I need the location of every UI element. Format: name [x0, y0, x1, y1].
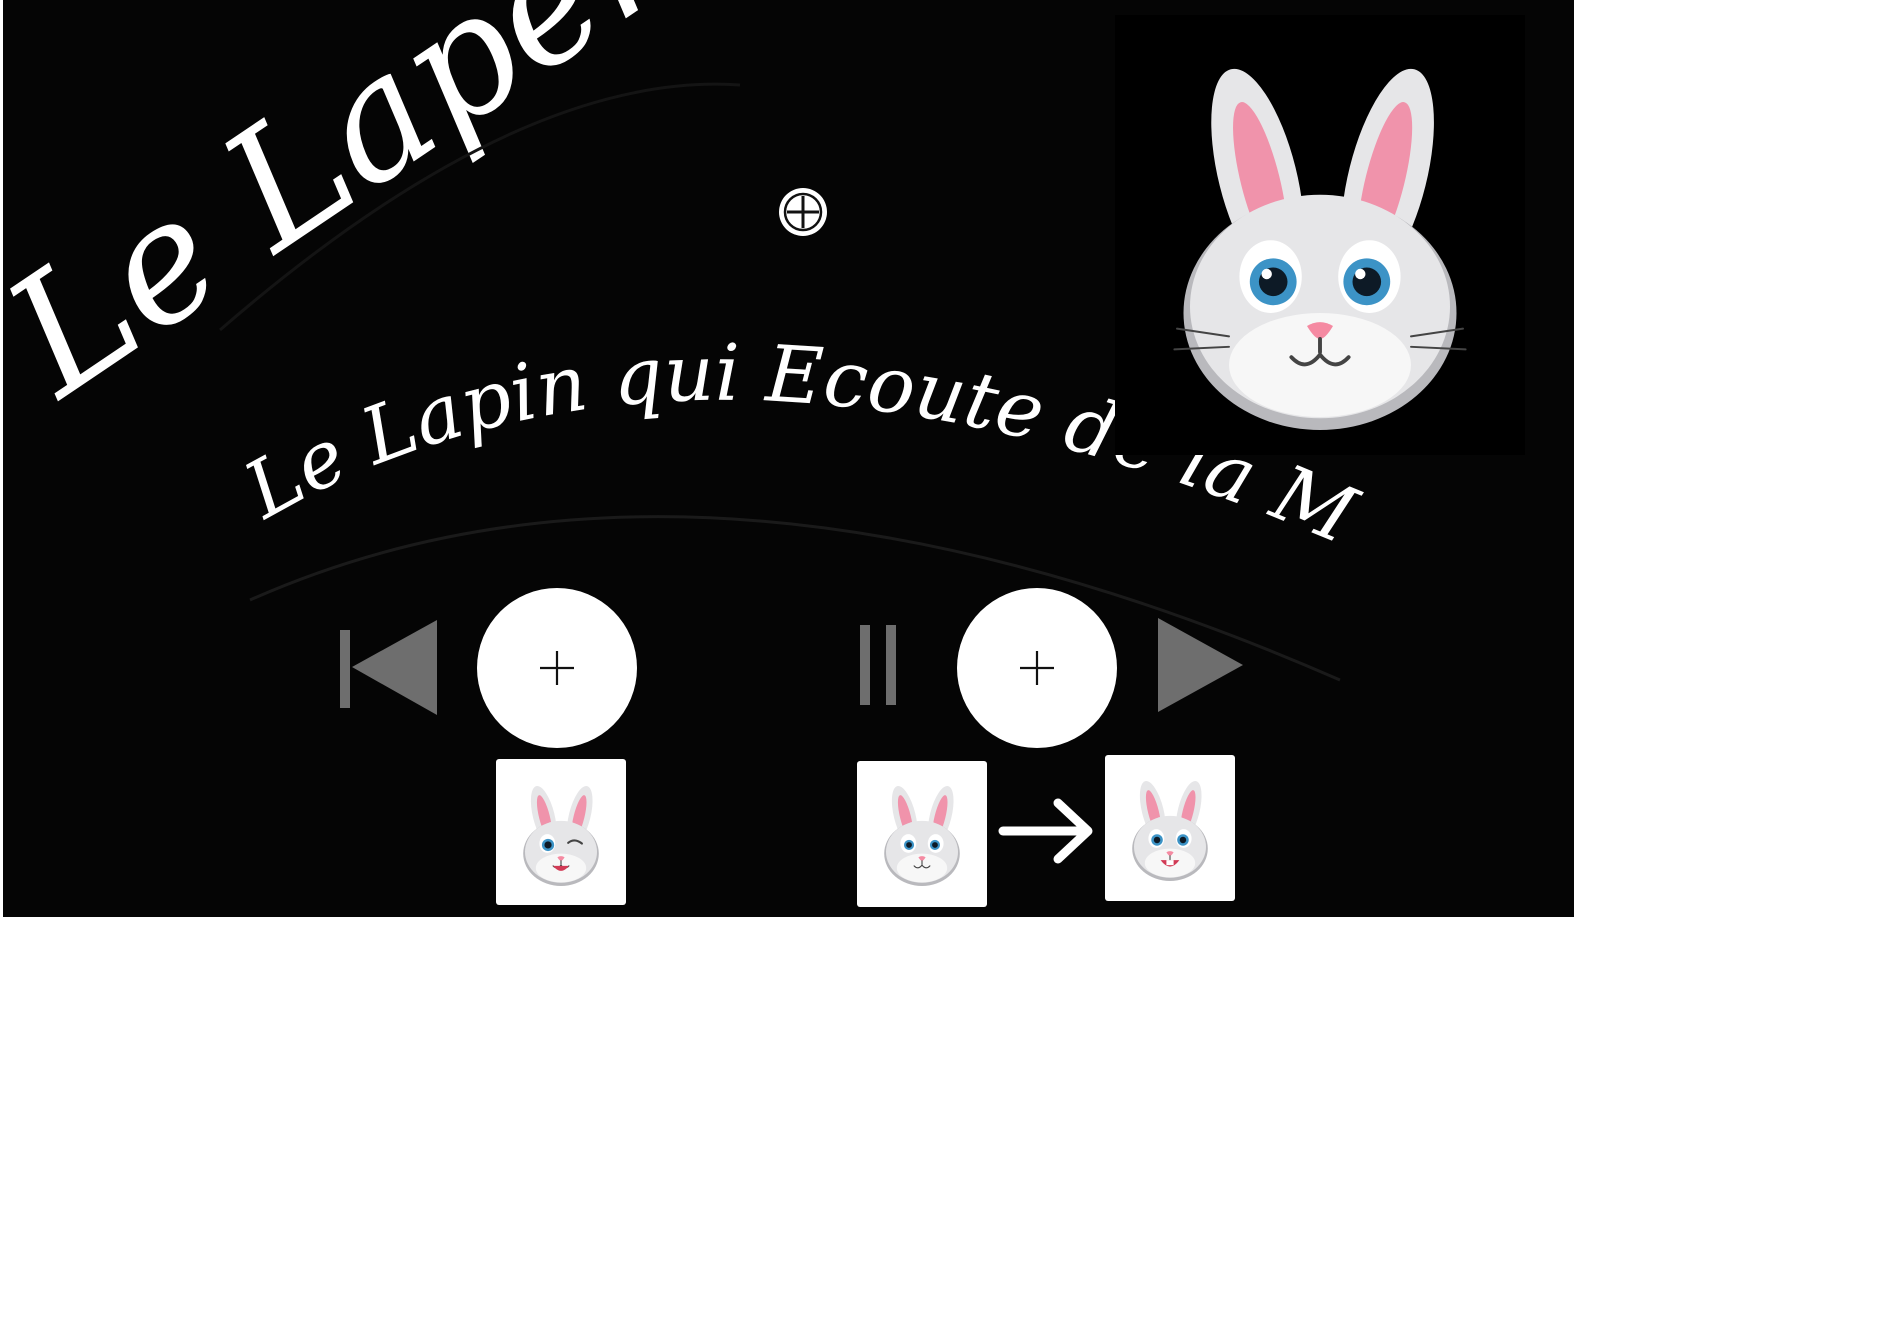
add-button-right[interactable]: [957, 588, 1117, 748]
expression-tile-surprised[interactable]: [857, 761, 987, 907]
page: Le Lapem Le Lapin qui Ecoute de la Musiq…: [0, 0, 1891, 1337]
expression-tile-smile[interactable]: [1105, 755, 1235, 901]
play-button[interactable]: [1158, 618, 1243, 712]
add-button-left[interactable]: [477, 588, 637, 748]
skip-previous-icon: [340, 630, 350, 708]
previous-triangle: [352, 620, 437, 715]
pause-bar-left: [860, 625, 870, 705]
pause-button[interactable]: [860, 625, 896, 705]
play-icon: [1158, 618, 1243, 712]
player-artwork: Le Lapem Le Lapin qui Ecoute de la Musiq…: [0, 0, 1525, 907]
expression-tile-wink[interactable]: [496, 759, 626, 905]
pause-bar-right: [886, 625, 896, 705]
add-button-small[interactable]: [779, 188, 827, 236]
previous-button[interactable]: [340, 620, 437, 715]
right-arrow-icon: [998, 798, 1093, 864]
